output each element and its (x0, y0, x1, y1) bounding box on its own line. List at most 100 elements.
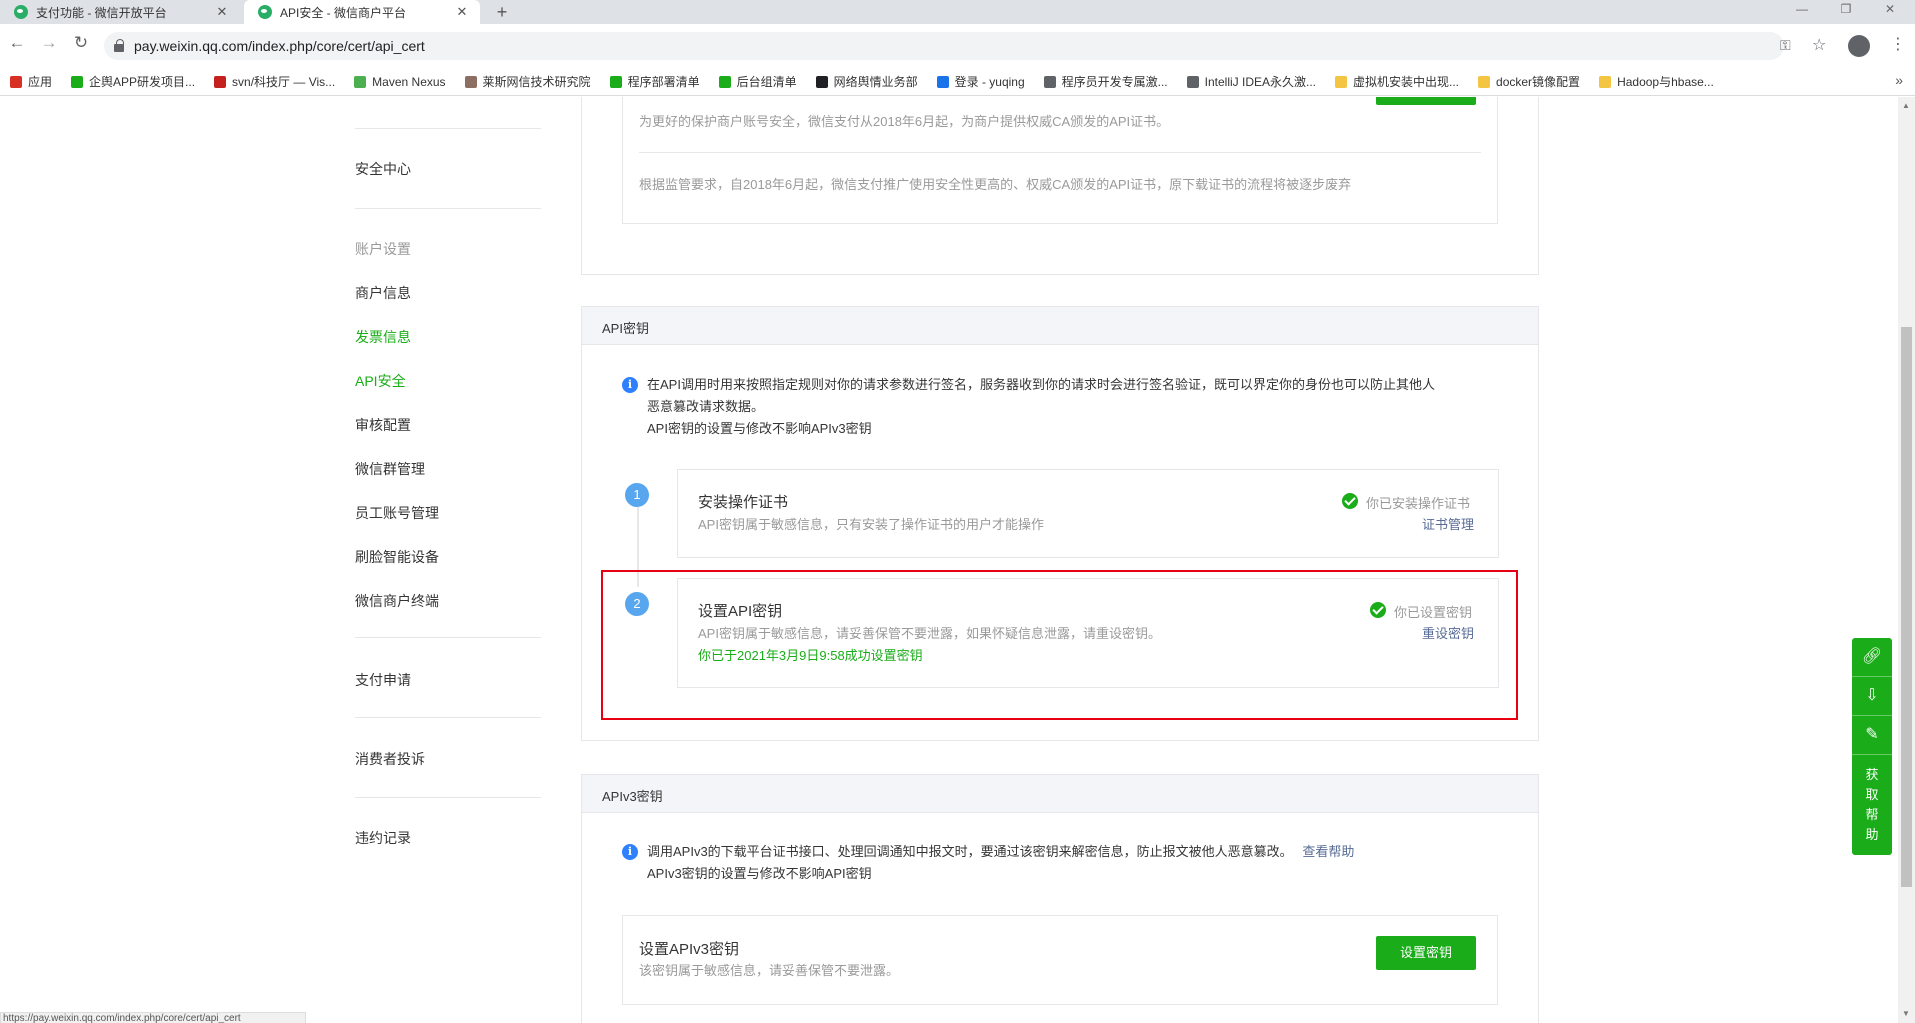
bookmark-item[interactable]: 后台组清单 (718, 73, 797, 90)
api-cert-inner-box: 为更好的保护商户账号安全，微信支付从2018年6月起，为商户提供权威CA颁发的A… (622, 97, 1498, 224)
link-icon[interactable]: 🔗︎ (1852, 638, 1892, 677)
bookmark-favicon-icon (609, 75, 622, 88)
sidebar-item-face-devices[interactable]: 刷脸智能设备 (355, 547, 439, 567)
page-content: 安全中心 账户设置 商户信息 发票信息 API安全 审核配置 微信群管理 员工账… (0, 97, 1898, 1023)
lock-icon (114, 39, 124, 52)
step-status: 你已安装操作证书 (1366, 496, 1471, 511)
step-number: 1 (625, 483, 649, 507)
sidebar-divider (355, 208, 541, 209)
bookmark-item[interactable]: 程序员开发专属激... (1043, 73, 1168, 90)
bookmarks-bar: 应用 企舆APP研发项目... svn/科技厅 — Vis... Maven Nexu… (0, 68, 1915, 96)
sidebar-item-security-center[interactable]: 安全中心 (355, 159, 411, 179)
apps-icon (10, 75, 22, 88)
bookmark-label: 应用 (28, 75, 53, 89)
restore-icon[interactable]: ❐ (1824, 0, 1868, 20)
sidebar-item-consumer-complaints[interactable]: 消费者投诉 (355, 749, 425, 769)
browser-tab-active[interactable]: API安全 - 微信商户平台 ✕ (244, 0, 480, 24)
sidebar-item-invoice-info[interactable]: 发票信息 (355, 327, 411, 347)
sidebar-item-violation-records[interactable]: 违约记录 (355, 828, 411, 848)
reload-icon[interactable]: ↻ (72, 34, 90, 52)
sidebar-divider (355, 797, 541, 798)
floating-toolbar: 🔗︎ ⇩ ✎ 获 取 帮 助 (1852, 638, 1892, 855)
bookmark-item[interactable]: 虚拟机安装中出现... (1335, 73, 1459, 90)
page-scrollbar[interactable]: ▲ ▼ (1898, 97, 1915, 1023)
divider (639, 152, 1481, 153)
browser-tab-bar: 支付功能 - 微信开放平台 ✕ API安全 - 微信商户平台 ✕ + — ❐ ✕ (0, 0, 1915, 24)
bookmark-label: 企舆APP研发项目... (89, 75, 196, 89)
bookmark-label: IntelliJ IDEA永久激... (1204, 75, 1317, 89)
set-apiv3-title: 设置APIv3密钥 (639, 941, 740, 958)
edit-icon[interactable]: ✎ (1852, 716, 1892, 755)
bookmark-item[interactable]: Maven Nexus (354, 75, 446, 89)
apiv3-info-line2: APIv3密钥的设置与修改不影响API密钥 (647, 866, 872, 881)
api-cert-card: 为更好的保护商户账号安全，微信支付从2018年6月起，为商户提供权威CA颁发的A… (581, 97, 1539, 275)
scroll-down-icon[interactable]: ▼ (1902, 1009, 1910, 1018)
set-apiv3-desc: 该密钥属于敏感信息，请妥善保管不要泄露。 (639, 963, 900, 978)
bookmark-item[interactable]: docker镜像配置 (1478, 73, 1580, 90)
sidebar-item-api-security[interactable]: API安全 (355, 371, 406, 391)
info-icon: i (622, 377, 638, 393)
bookmark-item[interactable]: svn/科技厅 — Vis... (214, 73, 335, 90)
help-char: 获 (1865, 767, 1879, 782)
api-key-header: API密钥 (582, 307, 1538, 345)
tab-title: API安全 - 微信商户平台 (280, 5, 407, 20)
bookmark-item[interactable]: 莱斯网信技术研究院 (464, 73, 591, 90)
bookmark-favicon-icon (1043, 75, 1056, 88)
sidebar-item-merchant-terminal[interactable]: 微信商户终端 (355, 591, 439, 611)
address-bar[interactable]: pay.weixin.qq.com/index.php/core/cert/ap… (104, 32, 1784, 60)
close-icon[interactable]: ✕ (454, 4, 470, 20)
api-cert-desc: 为更好的保护商户账号安全，微信支付从2018年6月起，为商户提供权威CA颁发的A… (639, 114, 1170, 129)
api-key-info-line3: API密钥的设置与修改不影响APIv3密钥 (647, 421, 872, 436)
apiv3-key-card: APIv3密钥 i 调用APIv3的下载平台证书接口、处理回调通知中报文时，要通… (581, 774, 1539, 1023)
bookmarks-more-icon[interactable]: » (1895, 72, 1903, 88)
new-tab-button[interactable]: + (492, 2, 512, 22)
scroll-thumb[interactable] (1901, 327, 1912, 887)
bookmark-favicon-icon (936, 75, 949, 88)
close-icon[interactable]: ✕ (214, 4, 230, 20)
bookmark-item[interactable]: 网络舆情业务部 (815, 73, 918, 90)
help-char: 帮 (1865, 807, 1879, 822)
bookmark-item[interactable]: IntelliJ IDEA永久激... (1186, 73, 1317, 90)
star-icon[interactable]: ☆ (1812, 35, 1826, 55)
apply-cert-button[interactable]: 申请证书 (1376, 97, 1476, 105)
profile-avatar-icon[interactable] (1848, 35, 1870, 57)
back-icon[interactable]: ← (8, 34, 26, 52)
url-text[interactable]: pay.weixin.qq.com/index.php/core/cert/ap… (134, 38, 425, 54)
step-desc: API密钥属于敏感信息，只有安装了操作证书的用户才能操作 (698, 517, 1044, 532)
set-key-button[interactable]: 设置密钥 (1376, 936, 1476, 970)
bookmark-favicon-icon (1478, 75, 1491, 88)
view-help-link[interactable]: 查看帮助 (1302, 844, 1354, 859)
bookmark-favicon-icon (1599, 75, 1612, 88)
bookmark-item[interactable]: 企舆APP研发项目... (71, 73, 195, 90)
sidebar-item-payment-apply[interactable]: 支付申请 (355, 670, 411, 690)
bookmark-item[interactable]: Hadoop与hbase... (1599, 73, 1714, 90)
status-bar-url: https://pay.weixin.qq.com/index.php/core… (0, 1012, 306, 1023)
menu-icon[interactable]: ⋮ (1890, 34, 1906, 54)
forward-icon[interactable]: → (40, 34, 58, 52)
minimize-icon[interactable]: — (1780, 0, 1824, 20)
download-icon[interactable]: ⇩ (1852, 677, 1892, 716)
bookmark-label: 登录 - yuqing (954, 75, 1025, 89)
apiv3-header: APIv3密钥 (582, 775, 1538, 813)
bookmark-favicon-icon (354, 75, 367, 88)
scroll-up-icon[interactable]: ▲ (1902, 101, 1910, 110)
api-key-info-line1: 在API调用时用来按照指定规则对你的请求参数进行签名，服务器收到你的请求时会进行… (647, 377, 1435, 392)
window-close-icon[interactable]: ✕ (1868, 0, 1912, 20)
get-help-button[interactable]: 获 取 帮 助 (1852, 755, 1892, 855)
browser-tab[interactable]: 支付功能 - 微信开放平台 ✕ (0, 0, 240, 24)
sidebar-item-staff-accounts[interactable]: 员工账号管理 (355, 503, 439, 523)
bookmark-label: docker镜像配置 (1496, 75, 1581, 89)
step-install-cert: 安装操作证书 API密钥属于敏感信息，只有安装了操作证书的用户才能操作 你已安装… (677, 469, 1499, 558)
bookmark-label: 网络舆情业务部 (833, 75, 918, 89)
bookmark-item[interactable]: 应用 (10, 73, 52, 90)
sidebar-item-review-config[interactable]: 审核配置 (355, 415, 411, 435)
cert-manage-link[interactable]: 证书管理 (1422, 514, 1474, 536)
sidebar-item-wechat-group[interactable]: 微信群管理 (355, 459, 425, 479)
sidebar-divider (355, 128, 541, 129)
bookmark-favicon-icon (71, 75, 84, 88)
sidebar-item-merchant-info[interactable]: 商户信息 (355, 283, 411, 303)
bookmark-item[interactable]: 程序部署清单 (609, 73, 700, 90)
key-icon[interactable]: ⚿ (1780, 37, 1791, 54)
sidebar-section-account-settings: 账户设置 (355, 241, 411, 257)
bookmark-item[interactable]: 登录 - yuqing (936, 73, 1025, 90)
